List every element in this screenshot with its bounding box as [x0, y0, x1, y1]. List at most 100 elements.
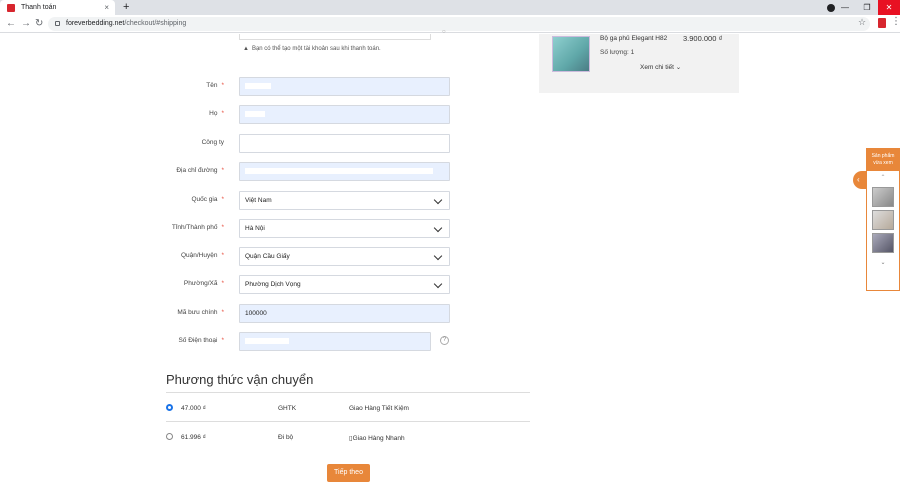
text-field[interactable]	[239, 162, 450, 181]
field-label: Quận/Huyện *	[181, 252, 224, 259]
chevron-down-icon	[433, 251, 443, 261]
field-label: Công ty	[202, 139, 224, 146]
field-label: Họ *	[209, 110, 224, 117]
shipping-radio-selected[interactable]	[166, 404, 173, 411]
chevron-down-icon	[433, 223, 443, 233]
redacted-value	[245, 168, 433, 175]
required-mark: *	[221, 196, 224, 203]
browser-menu-icon[interactable]: ⋮	[891, 16, 900, 27]
recent-product-thumb[interactable]	[872, 187, 894, 207]
product-price: 3.900.000 ₫	[683, 34, 723, 43]
form-row: Phường/Xã * Phường Dịch Vọng	[0, 275, 460, 295]
divider	[166, 421, 530, 422]
text-field[interactable]	[239, 332, 431, 351]
field-label: Địa chỉ đường *	[176, 167, 224, 174]
text-field[interactable]	[239, 134, 450, 153]
shipping-method-row[interactable]: 47.000 ₫ GHTK Giao Hàng Tiết Kiệm	[166, 401, 530, 421]
text-field[interactable]	[239, 105, 450, 124]
shipping-price: 61.996 ₫	[181, 434, 207, 441]
address-bar[interactable]: foreverbedding.net/checkout/#shipping	[48, 17, 870, 31]
chevron-up-icon[interactable]: ⌃	[867, 174, 899, 184]
help-icon[interactable]: ?	[440, 336, 449, 345]
site-favicon-icon	[7, 3, 15, 12]
product-quantity: Số lượng: 1	[600, 49, 635, 56]
chevron-down-icon	[433, 279, 443, 289]
lock-icon	[55, 21, 60, 26]
extension-icon[interactable]	[878, 18, 886, 28]
chevron-down-icon: ⌄	[675, 64, 682, 71]
view-details-link[interactable]: Xem chi tiết ⌄	[640, 63, 681, 71]
form-row: Tỉnh/Thành phố * Hà Nội	[0, 219, 460, 239]
field-label-text: Công ty	[201, 139, 224, 146]
chevron-down-icon[interactable]: ⌄	[867, 259, 899, 266]
previous-help-icon: ○	[442, 29, 446, 35]
field-label: Phường/Xã *	[184, 280, 224, 287]
forward-arrow-icon[interactable]: →	[21, 17, 31, 31]
select-field[interactable]: Phường Dịch Vọng	[239, 275, 450, 294]
tab-close-icon[interactable]: ×	[104, 3, 109, 12]
select-field[interactable]: Việt Nam	[239, 191, 450, 210]
required-mark: *	[221, 337, 224, 344]
product-image	[552, 36, 590, 72]
maximize-button[interactable]: ❐	[856, 0, 878, 15]
shipping-methods-title: Phương thức vận chuyển	[166, 372, 314, 387]
field-label-text: Phường/Xã	[183, 280, 218, 287]
chevron-down-icon	[433, 195, 443, 205]
account-note-text: Bạn có thể tạo một tài khoản sau khi tha…	[251, 46, 381, 52]
field-label: Tỉnh/Thành phố *	[172, 224, 224, 231]
shipping-method-row[interactable]: 61.996 ₫ Đi bộ ▯Giao Hàng Nhanh	[166, 430, 530, 450]
back-arrow-icon[interactable]: ←	[6, 17, 16, 31]
select-field[interactable]: Quận Cầu Giấy	[239, 247, 450, 266]
text-field[interactable]: 100000	[239, 304, 450, 323]
browser-tab[interactable]: Thanh toán ×	[0, 0, 115, 15]
field-label: Quốc gia *	[191, 196, 224, 203]
redacted-value	[245, 338, 289, 345]
form-row: Họ *	[0, 105, 460, 125]
form-row: Quận/Huyện * Quận Cầu Giấy	[0, 247, 460, 267]
shipping-price: 47.000 ₫	[181, 405, 207, 412]
checkout-page: ○ ▲ Bạn có thể tạo một tài khoản sau khi …	[0, 29, 900, 491]
required-mark: *	[221, 82, 224, 89]
url-path: /checkout/#shipping	[124, 20, 187, 27]
url-host: foreverbedding.net	[66, 20, 125, 27]
field-value: Hà Nội	[245, 225, 265, 232]
account-note: ▲ Bạn có thể tạo một tài khoản sau khi th…	[243, 46, 381, 52]
next-button[interactable]: Tiếp theo	[327, 464, 370, 482]
form-row: Địa chỉ đường *	[0, 162, 460, 182]
order-summary: Bộ ga phủ Elegant H82 3.900.000 ₫ Số lượ…	[539, 34, 739, 93]
divider	[166, 392, 530, 393]
window-close-button[interactable]: ✕	[878, 0, 900, 15]
redacted-value	[245, 83, 271, 90]
reload-icon[interactable]: ↻	[35, 17, 43, 31]
field-value: Phường Dịch Vọng	[245, 281, 301, 288]
field-label-text: Tỉnh/Thành phố	[171, 224, 218, 231]
bookmark-star-icon[interactable]: ☆	[858, 17, 866, 28]
minimize-button[interactable]: —	[834, 0, 856, 15]
field-value: Quận Cầu Giấy	[245, 253, 290, 260]
view-details-label: Xem chi tiết	[640, 64, 674, 71]
form-row: Tên *	[0, 77, 460, 97]
required-mark: *	[221, 280, 224, 287]
required-mark: *	[221, 252, 224, 259]
field-label: Mã bưu chính *	[177, 309, 224, 316]
shipping-service: ▯Giao Hàng Nhanh	[349, 435, 405, 442]
shipping-service: Giao Hàng Tiết Kiệm	[349, 405, 409, 412]
recent-product-thumb[interactable]	[872, 233, 894, 253]
required-mark: *	[221, 110, 224, 117]
recently-viewed-widget: Sản phẩm vừa xem ⌃ ⌄	[866, 148, 900, 291]
previous-field-edge	[239, 34, 431, 40]
form-row: Công ty	[0, 134, 460, 154]
shipping-carrier: Đi bộ	[278, 434, 294, 441]
field-label-text: Họ	[209, 110, 218, 117]
shipping-carrier: GHTK	[278, 405, 297, 412]
recent-product-thumb[interactable]	[872, 210, 894, 230]
required-mark: *	[221, 167, 224, 174]
shipping-service-text: Giao Hàng Nhanh	[352, 435, 405, 442]
field-label: Số Điện thoại *	[178, 337, 224, 344]
new-tab-button[interactable]: +	[123, 1, 129, 13]
shipping-radio[interactable]	[166, 433, 173, 440]
text-field[interactable]	[239, 77, 450, 96]
browser-tab-bar: Thanh toán × + — ❐ ✕	[0, 0, 900, 15]
select-field[interactable]: Hà Nội	[239, 219, 450, 238]
form-row: Quốc gia * Việt Nam	[0, 191, 460, 211]
